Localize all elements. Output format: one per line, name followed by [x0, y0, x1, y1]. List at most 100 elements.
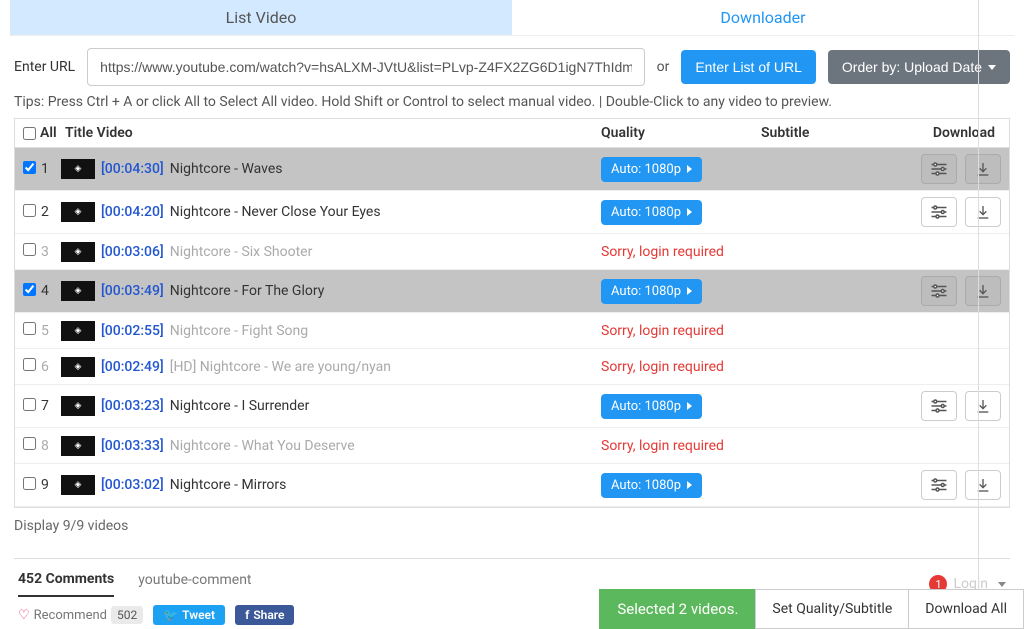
duration: [00:03:06]: [101, 244, 164, 260]
thumbnail: ◈: [61, 202, 95, 222]
download-button[interactable]: [965, 154, 1001, 184]
download-all-button[interactable]: Download All: [908, 589, 1024, 629]
thumbnail: ◈: [61, 242, 95, 262]
login-required-text: Sorry, login required: [601, 359, 724, 375]
row-checkbox[interactable]: [23, 161, 36, 174]
thumbnail: ◈: [61, 396, 95, 416]
order-by-label: Order by: Upload Date: [842, 59, 982, 75]
duration: [00:03:49]: [101, 283, 164, 299]
video-title: Nightcore - Waves: [170, 161, 283, 177]
quality-button[interactable]: Auto: 1080p: [601, 279, 702, 304]
quality-label: Auto: 1080p: [611, 478, 681, 493]
share-label: Share: [253, 608, 284, 622]
thumbnail: ◈: [61, 321, 95, 341]
header-subtitle: Subtitle: [761, 125, 901, 141]
twitter-icon: 🐦: [163, 608, 178, 622]
quality-label: Auto: 1080p: [611, 205, 681, 220]
set-quality-subtitle-button[interactable]: Set Quality/Subtitle: [755, 589, 909, 629]
thumbnail: ◈: [61, 357, 95, 377]
quality-label: Auto: 1080p: [611, 284, 681, 299]
row-checkbox[interactable]: [23, 398, 36, 411]
chevron-down-icon: [998, 582, 1006, 587]
tab-comments[interactable]: 452 Comments: [18, 571, 114, 597]
settings-button[interactable]: [921, 470, 957, 500]
video-title: Nightcore - Six Shooter: [170, 244, 313, 260]
download-button[interactable]: [965, 470, 1001, 500]
video-table: All Title Video Quality Subtitle Downloa…: [14, 118, 1010, 508]
quality-button[interactable]: Auto: 1080p: [601, 473, 702, 498]
video-title: [HD] Nightcore - We are young/nyan: [170, 359, 391, 375]
thumbnail: ◈: [61, 436, 95, 456]
quality-button[interactable]: Auto: 1080p: [601, 394, 702, 419]
recommend-label: Recommend: [34, 608, 107, 623]
table-row[interactable]: 7◈[00:03:23]Nightcore - I SurrenderAuto:…: [15, 385, 1009, 428]
quality-button[interactable]: Auto: 1080p: [601, 200, 702, 225]
download-button[interactable]: [965, 391, 1001, 421]
duration: [00:03:33]: [101, 438, 164, 454]
duration: [00:04:30]: [101, 161, 164, 177]
row-index: 8: [41, 438, 57, 454]
download-button[interactable]: [965, 197, 1001, 227]
duration: [00:02:49]: [101, 359, 164, 375]
tab-downloader[interactable]: Downloader: [512, 0, 1014, 35]
table-row[interactable]: 8◈ [00:03:33] Nightcore - What You Deserve…: [15, 428, 1009, 464]
header-title: Title Video: [65, 125, 601, 141]
row-checkbox[interactable]: [23, 322, 36, 335]
selected-count: Selected 2 videos.: [599, 589, 756, 629]
video-title: Nightcore - Never Close Your Eyes: [170, 204, 381, 220]
row-checkbox[interactable]: [23, 243, 36, 256]
table-row[interactable]: 1◈[00:04:30]Nightcore - WavesAuto: 1080p: [15, 148, 1009, 191]
row-checkbox[interactable]: [23, 358, 36, 371]
table-row[interactable]: 2◈[00:04:20]Nightcore - Never Close Your…: [15, 191, 1009, 234]
row-checkbox[interactable]: [23, 477, 36, 490]
thumbnail: ◈: [61, 475, 95, 495]
display-count: Display 9/9 videos: [14, 518, 1010, 534]
sliders-icon: [930, 162, 948, 176]
row-checkbox[interactable]: [23, 204, 36, 217]
chevron-right-icon: [687, 287, 692, 295]
chevron-right-icon: [687, 208, 692, 216]
quality-label: Auto: 1080p: [611, 399, 681, 414]
video-title: Nightcore - I Surrender: [170, 398, 310, 414]
video-title: Nightcore - Mirrors: [170, 477, 287, 493]
row-checkbox[interactable]: [23, 283, 36, 296]
row-index: 9: [41, 477, 57, 493]
settings-button[interactable]: [921, 197, 957, 227]
table-row[interactable]: 9◈ [00:03:02] Nightcore - Mirrors Auto: 108…: [15, 464, 1009, 507]
order-by-button[interactable]: Order by: Upload Date: [828, 50, 1010, 84]
table-row[interactable]: 5◈[00:02:55]Nightcore - Fight SongSorry,…: [15, 313, 1009, 349]
chevron-right-icon: [687, 165, 692, 173]
thumbnail: ◈: [61, 159, 95, 179]
tab-list-video[interactable]: List Video: [10, 0, 512, 35]
recommend-button[interactable]: ♡ Recommend 502: [18, 606, 143, 624]
fb-share-button[interactable]: f Share: [235, 605, 294, 625]
url-input[interactable]: [87, 48, 644, 86]
row-index: 2: [41, 204, 57, 220]
settings-button[interactable]: [921, 276, 957, 306]
settings-button[interactable]: [921, 154, 957, 184]
duration: [00:02:55]: [101, 323, 164, 339]
facebook-icon: f: [245, 608, 249, 622]
row-checkbox[interactable]: [23, 437, 36, 450]
table-row[interactable]: 4◈[00:03:49]Nightcore - For The GloryAut…: [15, 270, 1009, 313]
header-download: Download: [901, 125, 1001, 141]
table-row[interactable]: 6◈[00:02:49][HD] Nightcore - We are youn…: [15, 349, 1009, 385]
select-all-checkbox[interactable]: [23, 127, 36, 140]
tweet-button[interactable]: 🐦 Tweet: [153, 605, 225, 625]
quality-button[interactable]: Auto: 1080p: [601, 157, 702, 182]
row-index: 4: [41, 283, 57, 299]
enter-url-label: Enter URL: [14, 59, 75, 75]
duration: [00:03:23]: [101, 398, 164, 414]
download-button[interactable]: [965, 276, 1001, 306]
header-quality: Quality: [601, 125, 761, 141]
tips-text: Tips: Press Ctrl + A or click All to Sel…: [14, 94, 1010, 110]
duration: [00:03:02]: [101, 477, 164, 493]
settings-button[interactable]: [921, 391, 957, 421]
chevron-right-icon: [687, 402, 692, 410]
tab-youtube-comment[interactable]: youtube-comment: [138, 572, 251, 596]
login-required-text: Sorry, login required: [601, 244, 724, 260]
enter-list-of-url-button[interactable]: Enter List of URL: [681, 50, 816, 84]
table-row[interactable]: 3◈[00:03:06]Nightcore - Six ShooterSorry…: [15, 234, 1009, 270]
video-title: Nightcore - For The Glory: [170, 283, 325, 299]
video-title: Nightcore - What You Deserve: [170, 438, 355, 454]
